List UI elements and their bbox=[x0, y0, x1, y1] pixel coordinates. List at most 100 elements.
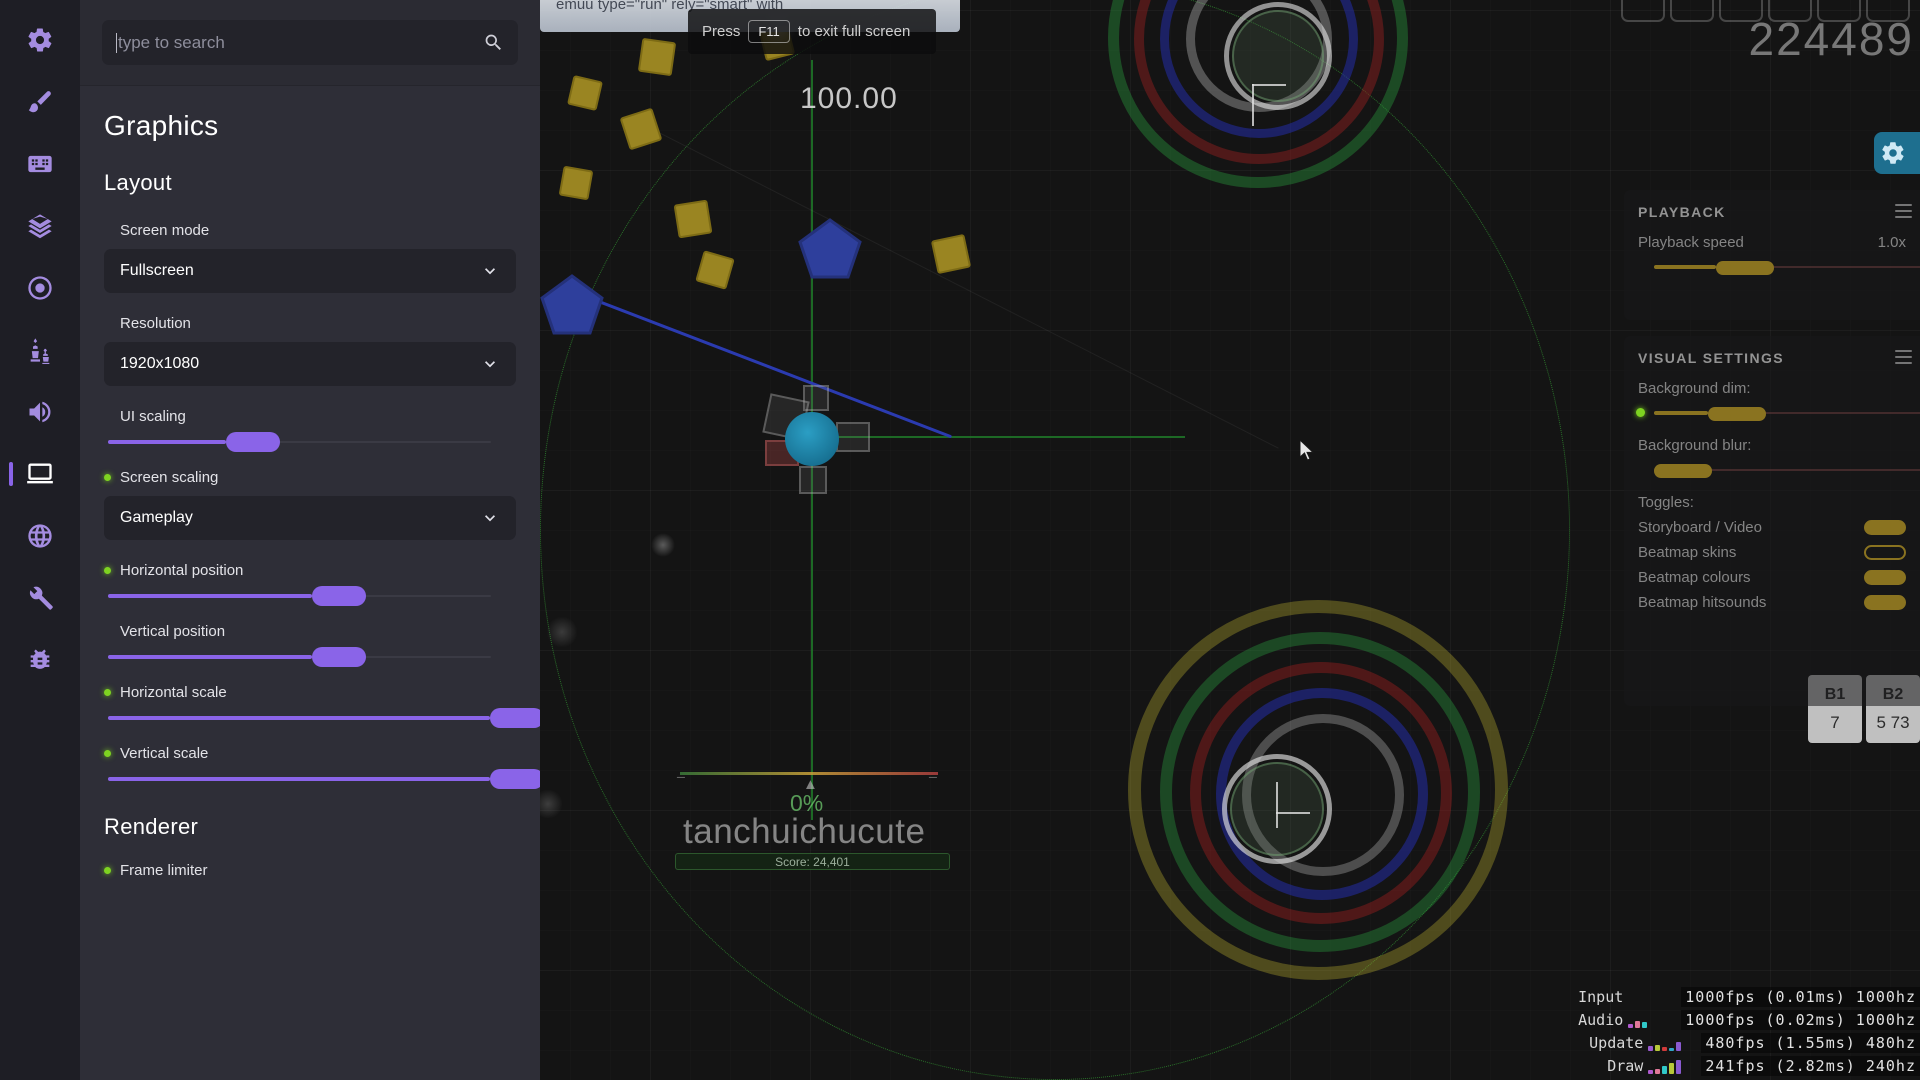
fps-label-input: Input bbox=[1578, 988, 1624, 1006]
visual-settings-menu-icon[interactable] bbox=[1895, 350, 1912, 368]
fps-graph-update bbox=[1648, 1035, 1696, 1051]
hit-square bbox=[637, 37, 677, 77]
settings-cog-button[interactable] bbox=[1874, 132, 1920, 174]
section-heading-layout: Layout bbox=[104, 170, 172, 195]
dropdown-value-screen-mode: Fullscreen bbox=[120, 262, 194, 279]
sidebar-item-user-interface[interactable] bbox=[0, 200, 80, 252]
playback-speed-slider[interactable] bbox=[1654, 261, 1920, 275]
toggle-switch-beatmap-colours[interactable] bbox=[1864, 570, 1906, 585]
toggle-switch-beatmap-skins[interactable] bbox=[1864, 545, 1906, 560]
sidebar-item-input[interactable] bbox=[0, 138, 80, 190]
toggle-row-beatmap-hitsounds[interactable]: Beatmap hitsounds bbox=[1624, 590, 1920, 615]
toggle-label-beatmap-hitsounds: Beatmap hitsounds bbox=[1638, 594, 1767, 611]
chevron-down-icon bbox=[485, 361, 495, 368]
label-vertical-scale: Vertical scale bbox=[104, 745, 516, 762]
dropdown-resolution[interactable]: 1920x1080 bbox=[104, 342, 516, 386]
playback-speed-value: 1.0x bbox=[1877, 234, 1906, 251]
toggle-switch-storyboard[interactable] bbox=[1864, 520, 1906, 535]
toggle-label-storyboard: Storyboard / Video bbox=[1638, 519, 1762, 536]
sidebar-item-audio[interactable] bbox=[0, 386, 80, 438]
sidebar-item-graphics[interactable] bbox=[0, 448, 80, 500]
slider-vertical-position[interactable] bbox=[108, 647, 516, 667]
toggle-switch-beatmap-hitsounds[interactable] bbox=[1864, 595, 1906, 610]
fps-graph-draw bbox=[1648, 1058, 1696, 1074]
label-resolution: Resolution bbox=[104, 315, 516, 332]
sidebar-item-debug[interactable] bbox=[0, 634, 80, 686]
spinner-hand bbox=[1276, 782, 1278, 828]
exit-fullscreen-suffix: to exit full screen bbox=[797, 23, 911, 40]
revert-dot-resolution bbox=[104, 320, 111, 327]
fps-label-audio: Audio bbox=[1578, 1011, 1624, 1029]
song-progress-bar bbox=[680, 772, 938, 775]
background-dim-slider[interactable] bbox=[1636, 407, 1920, 421]
fps-row-update: Update 480fps (1.55ms) 480hz bbox=[1579, 1033, 1920, 1053]
page-title: Graphics bbox=[104, 110, 219, 141]
fps-value-update: 480fps (1.55ms) 480hz bbox=[1701, 1033, 1920, 1053]
sidebar-item-gameplay[interactable] bbox=[0, 262, 80, 314]
spinner-hand bbox=[1252, 84, 1286, 86]
fps-label-update: Update bbox=[1589, 1034, 1644, 1052]
slider-horizontal-position[interactable] bbox=[108, 586, 516, 606]
accuracy-display: 100.00 bbox=[800, 82, 898, 115]
revert-dot-frame-limiter[interactable] bbox=[104, 867, 111, 874]
paintbrush-icon bbox=[28, 91, 51, 113]
spinner-hand bbox=[1252, 84, 1254, 126]
label-horizontal-scale: Horizontal scale bbox=[104, 684, 516, 701]
fps-value-input: 1000fps (0.01ms) 1000hz bbox=[1681, 987, 1920, 1007]
revert-dot-screen-scaling[interactable] bbox=[104, 474, 111, 481]
slider-ui-scaling[interactable] bbox=[108, 432, 516, 452]
key-counter-value: 7 bbox=[1830, 712, 1840, 732]
playback-panel-menu-icon[interactable] bbox=[1895, 204, 1912, 222]
background-dim-label: Background dim: bbox=[1638, 380, 1751, 397]
key-counter-value: 5 73 bbox=[1876, 712, 1910, 732]
toggles-label-row: Toggles: bbox=[1624, 490, 1920, 515]
slider-horizontal-scale[interactable] bbox=[108, 708, 540, 728]
settings-content-panel: type to search Graphics Layout Screen mo… bbox=[80, 0, 540, 1080]
hit-square bbox=[558, 165, 594, 201]
sidebar-item-maintenance[interactable] bbox=[0, 572, 80, 624]
toggles-label: Toggles: bbox=[1638, 494, 1694, 511]
speaker-icon bbox=[29, 401, 51, 423]
mouse-cursor-icon bbox=[1300, 440, 1315, 461]
revert-dot-vertical-scale[interactable] bbox=[104, 750, 111, 757]
screen-root: 100.00 224489 tanchuichucute Score: 24,4… bbox=[0, 0, 1920, 1080]
sidebar-item-rulesets[interactable] bbox=[0, 324, 80, 376]
dropdown-screen-scaling[interactable]: Gameplay bbox=[104, 496, 516, 540]
settings-overlay: type to search Graphics Layout Screen mo… bbox=[0, 0, 540, 1080]
sidebar-item-online[interactable] bbox=[0, 510, 80, 562]
toggle-row-beatmap-colours[interactable]: Beatmap colours bbox=[1624, 565, 1920, 590]
circle-dot-icon bbox=[28, 276, 52, 300]
song-progress-percent: 0% bbox=[790, 790, 824, 816]
background-blur-slider[interactable] bbox=[1654, 464, 1920, 478]
cursor-ball bbox=[785, 412, 839, 466]
revert-dot-horizontal-scale[interactable] bbox=[104, 689, 111, 696]
exit-fullscreen-toast: Press F11 to exit full screen bbox=[688, 9, 936, 54]
cursor-plate bbox=[799, 466, 827, 494]
score-display: 224489 bbox=[1748, 13, 1914, 65]
dropdown-screen-mode[interactable]: Fullscreen bbox=[104, 249, 516, 293]
progress-end-icon: ⚊ bbox=[928, 769, 938, 781]
playback-speed-row: Playback speed 1.0x bbox=[1624, 230, 1920, 255]
fps-counter[interactable]: Input 1000fps (0.01ms) 1000hz Audio 1000… bbox=[1559, 987, 1920, 1076]
search-placeholder: type to search bbox=[118, 32, 225, 52]
section-heading-renderer: Renderer bbox=[104, 814, 199, 839]
visual-settings-panel: VISUAL SETTINGS Background dim: Backgrou… bbox=[1624, 336, 1920, 706]
toggle-row-beatmap-skins[interactable]: Beatmap skins bbox=[1624, 540, 1920, 565]
exit-fullscreen-prefix: Press bbox=[702, 23, 741, 40]
revert-dot-screen-mode bbox=[104, 227, 111, 234]
sidebar-item-general[interactable] bbox=[0, 14, 80, 66]
keyboard-icon bbox=[28, 155, 52, 173]
fps-row-audio: Audio 1000fps (0.02ms) 1000hz bbox=[1559, 1010, 1920, 1030]
toggle-row-storyboard[interactable]: Storyboard / Video bbox=[1624, 515, 1920, 540]
label-ui-scaling: UI scaling bbox=[104, 408, 516, 425]
chess-icon bbox=[30, 338, 50, 364]
sidebar-item-skin[interactable] bbox=[0, 76, 80, 128]
revert-dot-horizontal-position[interactable] bbox=[104, 567, 111, 574]
search-input[interactable]: type to search bbox=[102, 20, 518, 65]
slider-vertical-scale[interactable] bbox=[108, 769, 540, 789]
player-username: tanchuichucute bbox=[683, 812, 926, 851]
label-screen-scaling: Screen scaling bbox=[104, 469, 516, 486]
gear-icon bbox=[28, 28, 52, 52]
chevron-down-icon bbox=[485, 515, 495, 522]
graphics-settings-body: Graphics Layout Screen mode Fullscreen R… bbox=[80, 86, 540, 879]
